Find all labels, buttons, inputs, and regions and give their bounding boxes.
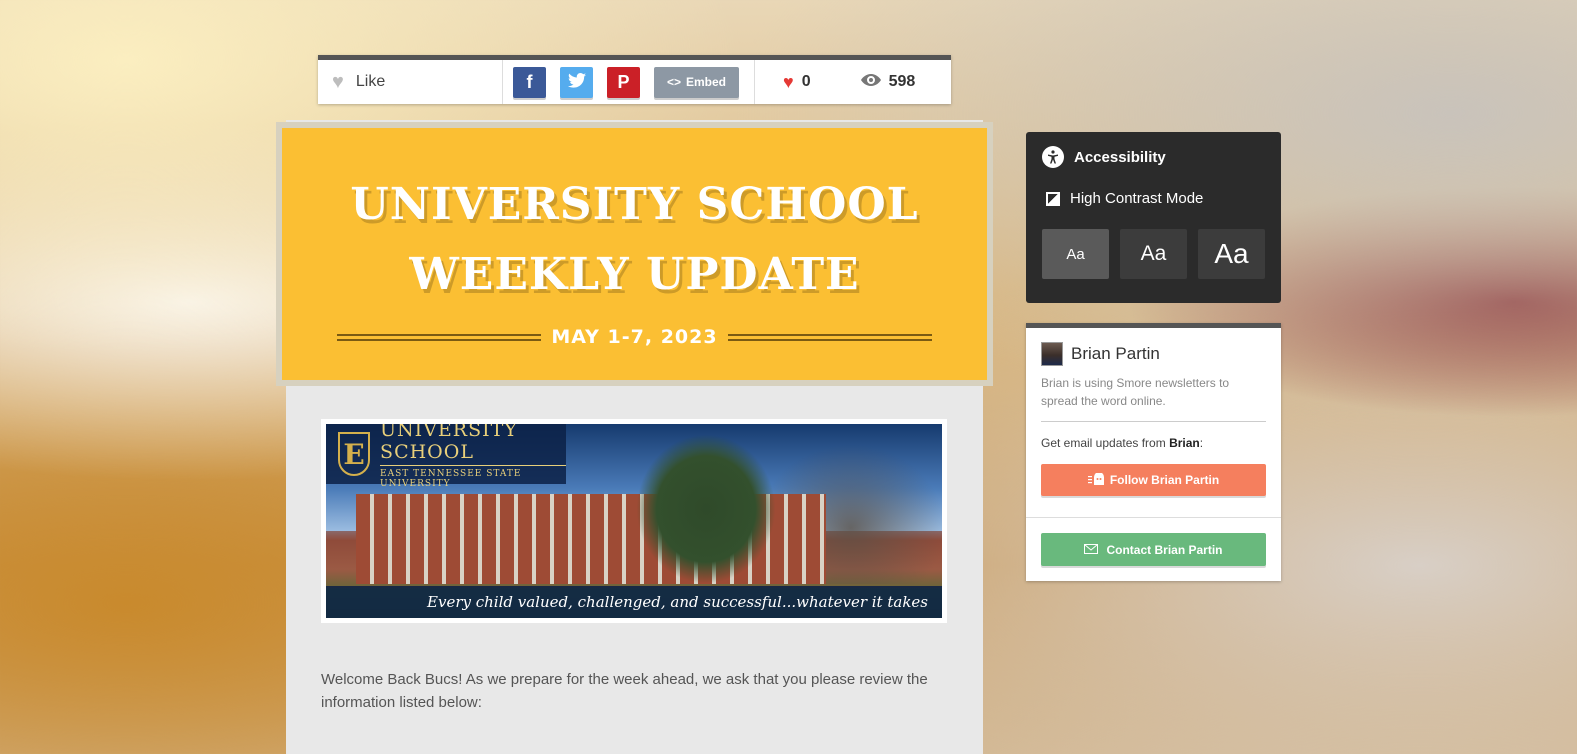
logo-title: UNIVERSITY SCHOOL: [380, 424, 566, 466]
date-rule-right: [727, 333, 932, 341]
avatar[interactable]: [1041, 342, 1063, 366]
banner-title: UNIVERSITY SCHOOL WEEKLY UPDATE: [282, 170, 987, 310]
views-stat: 598: [860, 73, 916, 91]
share-bar: ♥ Like f P <> Embed ♥ 0 598: [318, 55, 951, 104]
author-name[interactable]: Brian Partin: [1071, 344, 1160, 364]
embed-label: Embed: [686, 75, 727, 89]
heart-icon: ♥: [783, 71, 794, 92]
banner-date: MAY 1-7, 2023: [551, 326, 718, 348]
eye-icon: [860, 73, 881, 91]
accessibility-icon: [1042, 146, 1064, 168]
hero-image-frame: E UNIVERSITY SCHOOL EAST TENNESSEE STATE…: [321, 419, 947, 623]
author-description: Brian is using Smore newsletters to spre…: [1041, 374, 1266, 422]
follow-icon: [1087, 471, 1104, 488]
like-button[interactable]: ♥ Like: [318, 60, 503, 104]
twitter-share-button[interactable]: [560, 66, 593, 98]
likes-count: 0: [801, 73, 811, 90]
font-size-medium-button[interactable]: Aa: [1120, 229, 1187, 279]
school-building-image: E UNIVERSITY SCHOOL EAST TENNESSEE STATE…: [326, 424, 942, 618]
follow-button[interactable]: Follow Brian Partin: [1041, 464, 1266, 496]
views-count: 598: [888, 73, 916, 90]
intro-paragraph: Welcome Back Bucs! As we prepare for the…: [321, 671, 928, 711]
facebook-share-button[interactable]: f: [513, 66, 546, 98]
author-card: Brian Partin Brian is using Smore newsle…: [1026, 323, 1281, 581]
banner-date-row: MAY 1-7, 2023: [337, 326, 932, 348]
like-label: Like: [355, 73, 386, 90]
date-rule-left: [337, 333, 542, 341]
updates-name: Brian: [1169, 436, 1200, 450]
logo-text: UNIVERSITY SCHOOL EAST TENNESSEE STATE U…: [380, 424, 566, 489]
updates-prefix: Get email updates from: [1041, 436, 1170, 450]
code-icon: <>: [666, 75, 681, 89]
pinterest-share-button[interactable]: P: [607, 66, 640, 98]
facebook-icon: f: [526, 71, 533, 92]
contact-button[interactable]: Contact Brian Partin: [1041, 533, 1266, 566]
etsu-shield-icon: E: [338, 432, 371, 476]
school-logo: E UNIVERSITY SCHOOL EAST TENNESSEE STATE…: [326, 424, 566, 489]
stats-group: ♥ 0 598: [755, 72, 951, 93]
accessibility-panel: Accessibility High Contrast Mode Aa Aa A…: [1026, 132, 1281, 303]
banner-title-line2: WEEKLY UPDATE: [409, 249, 860, 300]
likes-stat: ♥ 0: [783, 72, 811, 93]
twitter-icon: [567, 72, 586, 93]
social-share-group: f P <> Embed: [503, 60, 755, 104]
hero-tagline: Every child valued, challenged, and succ…: [326, 586, 942, 618]
embed-button[interactable]: <> Embed: [654, 66, 739, 98]
banner-title-line1: UNIVERSITY SCHOOL: [350, 179, 919, 230]
envelope-icon: [1084, 543, 1099, 557]
font-size-small-button[interactable]: Aa: [1042, 229, 1109, 279]
email-updates-text: Get email updates from Brian:: [1041, 436, 1266, 450]
high-contrast-toggle[interactable]: High Contrast Mode: [1046, 190, 1265, 207]
font-size-options: Aa Aa Aa: [1042, 229, 1265, 279]
font-size-large-button[interactable]: Aa: [1198, 229, 1265, 279]
updates-suffix: :: [1199, 436, 1204, 450]
heart-outline-icon: ♥: [332, 70, 344, 93]
follow-label: Follow Brian Partin: [1109, 473, 1220, 487]
banner-inner: UNIVERSITY SCHOOL WEEKLY UPDATE MAY 1-7,…: [282, 128, 987, 380]
logo-subtitle: EAST TENNESSEE STATE UNIVERSITY: [380, 469, 522, 489]
image-tree: [636, 434, 776, 584]
author-name-row[interactable]: Brian Partin: [1041, 342, 1266, 366]
accessibility-header: Accessibility: [1042, 146, 1265, 168]
contrast-icon: [1046, 191, 1060, 206]
accessibility-title: Accessibility: [1074, 148, 1166, 166]
author-info: Brian Partin Brian is using Smore newsle…: [1026, 328, 1281, 496]
contact-section: Contact Brian Partin: [1026, 518, 1281, 566]
pinterest-icon: P: [617, 71, 630, 92]
contact-label: Contact Brian Partin: [1106, 542, 1223, 557]
high-contrast-label: High Contrast Mode: [1070, 190, 1204, 207]
newsletter-banner: UNIVERSITY SCHOOL WEEKLY UPDATE MAY 1-7,…: [276, 122, 993, 386]
